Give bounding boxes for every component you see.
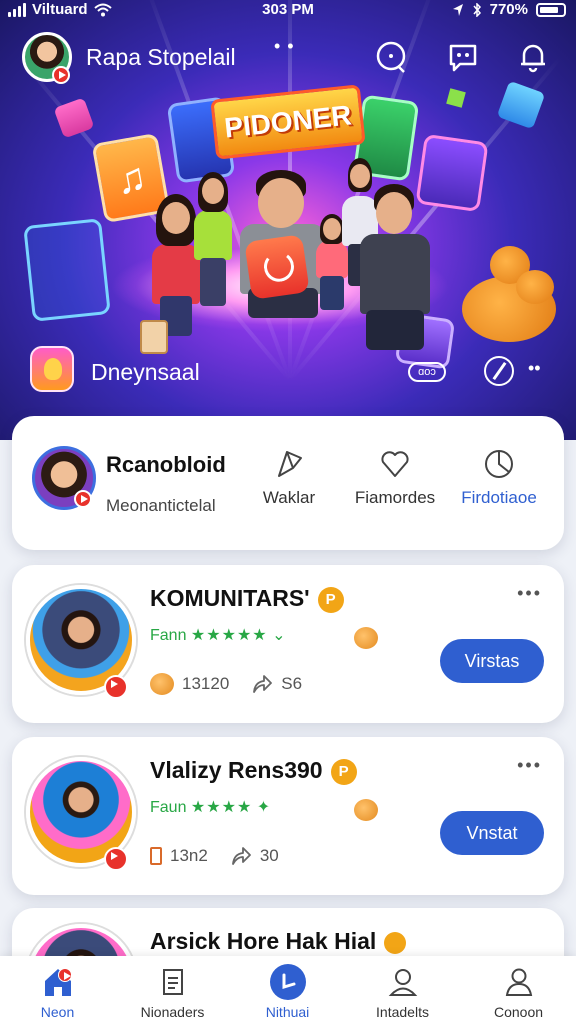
list-item[interactable]: Vlalizy Rens390 P Faun ★★★★ ✦ 13n2 30 •••… (12, 737, 564, 895)
profile-name: Rcanobloid (106, 452, 226, 477)
compass-icon[interactable] (484, 356, 514, 386)
nav-label: Nionaders (140, 1004, 205, 1020)
hero-label: Dneynsaal (91, 359, 200, 385)
list-item[interactable]: KOMUNITARS' P Fann ★★★★★ ⌄ 13120 S6 ••• V… (12, 565, 564, 723)
bear-icon (354, 799, 378, 821)
profile-icon (505, 968, 532, 996)
more-icon[interactable]: •• (528, 358, 541, 379)
star-rating-icon: ★★★★★ (190, 627, 268, 644)
likes-count: 13120 (182, 674, 230, 693)
action-firdotiaoe[interactable]: Firdotiaoe (444, 446, 554, 508)
location-icon (452, 3, 463, 16)
document-icon (162, 969, 183, 995)
action-label: Fiamordes (354, 488, 436, 507)
cloud-icon[interactable]: ɑoɔ (408, 362, 446, 382)
coin-icon: P (317, 586, 344, 613)
bluetooth-icon (473, 2, 481, 17)
shares-count: S6 (281, 674, 303, 693)
pin-icon (278, 451, 302, 477)
notification-badge-icon (58, 968, 72, 982)
app-logo-icon (244, 234, 310, 300)
nav-item-neon[interactable]: Neon (0, 964, 115, 1020)
item-stats: 13n2 30 (150, 845, 279, 867)
nav-item-intadelts[interactable]: Intadelts (345, 964, 460, 1020)
hero-banner-sign: PIDONER (210, 84, 366, 160)
star-rating-icon: ★★★★ (190, 799, 253, 816)
nav-item-conoon[interactable]: Conoon (461, 964, 576, 1020)
more-options-icon[interactable]: ••• (517, 755, 542, 776)
bottom-nav: Neon Nionaders Nithuai Intadelts Conoon (0, 956, 576, 1024)
person-icon (388, 969, 417, 996)
shares-count: 30 (259, 846, 279, 865)
cube-icon (446, 88, 466, 108)
status-bar: Viltuard 303 PM 770% (0, 0, 576, 22)
live-badge-icon (104, 675, 128, 699)
bear-icon (150, 673, 174, 695)
hologram-tile-icon (23, 218, 111, 322)
likes-count: 13n2 (170, 846, 208, 865)
play-icon (269, 964, 306, 1000)
profile-card: Rcanobloid Meonantictelal Waklar Fiamord… (12, 416, 564, 550)
item-title: Arsick Hore Hak Hial (150, 928, 407, 955)
battery-icon (536, 2, 566, 17)
item-title: Vlalizy Rens390 P (150, 757, 357, 785)
bookmark-icon (150, 847, 162, 865)
item-action-button[interactable]: Vnstat (440, 811, 544, 855)
item-rating: Fann ★★★★★ ⌄ (150, 627, 286, 644)
sticker-icon (30, 346, 74, 392)
nav-label: Nithuai (265, 1004, 310, 1020)
app-title: Rapa Stopelail (86, 44, 236, 70)
header-dots-icon: • • (274, 36, 295, 56)
bag-icon (140, 320, 168, 354)
bear-icon (354, 627, 378, 649)
share-icon[interactable] (251, 673, 273, 695)
item-rating: Faun ★★★★ ✦ (150, 799, 271, 816)
pie-icon (485, 450, 513, 478)
coin-icon: P (330, 758, 357, 785)
nav-item-nithuai[interactable]: Nithuai (230, 964, 345, 1020)
action-waklar[interactable]: Waklar (234, 446, 344, 508)
nav-label: Neon (40, 1004, 75, 1020)
chevron-down-icon: ✦ (256, 799, 271, 816)
item-stats: 13120 S6 (150, 673, 302, 695)
item-action-button[interactable]: Virstas (440, 639, 544, 683)
search-icon[interactable] (374, 40, 408, 74)
more-options-icon[interactable]: ••• (517, 583, 542, 604)
coin-icon (384, 931, 407, 954)
share-icon[interactable] (230, 845, 252, 867)
heart-icon (381, 451, 409, 477)
nav-item-nionaders[interactable]: Nionaders (115, 964, 230, 1020)
profile-subtitle: Meonantictelal (106, 496, 216, 515)
notification-icon[interactable] (516, 40, 550, 74)
item-title: KOMUNITARS' P (150, 585, 344, 613)
live-badge-icon (104, 847, 128, 871)
person-figure (352, 184, 436, 350)
live-badge-icon (74, 490, 92, 508)
chevron-down-icon: ⌄ (272, 627, 286, 644)
nav-label: Conoon (493, 1004, 544, 1020)
bear-mascot-icon (516, 270, 554, 304)
battery-percent: 770% (489, 1, 528, 18)
action-label: Firdotiaoe (461, 488, 537, 507)
chat-icon[interactable] (446, 40, 480, 74)
action-label: Waklar (262, 488, 316, 507)
nav-label: Intadelts (376, 1004, 429, 1020)
live-badge-icon (52, 66, 70, 84)
action-fiamordes[interactable]: Fiamordes (340, 446, 450, 508)
